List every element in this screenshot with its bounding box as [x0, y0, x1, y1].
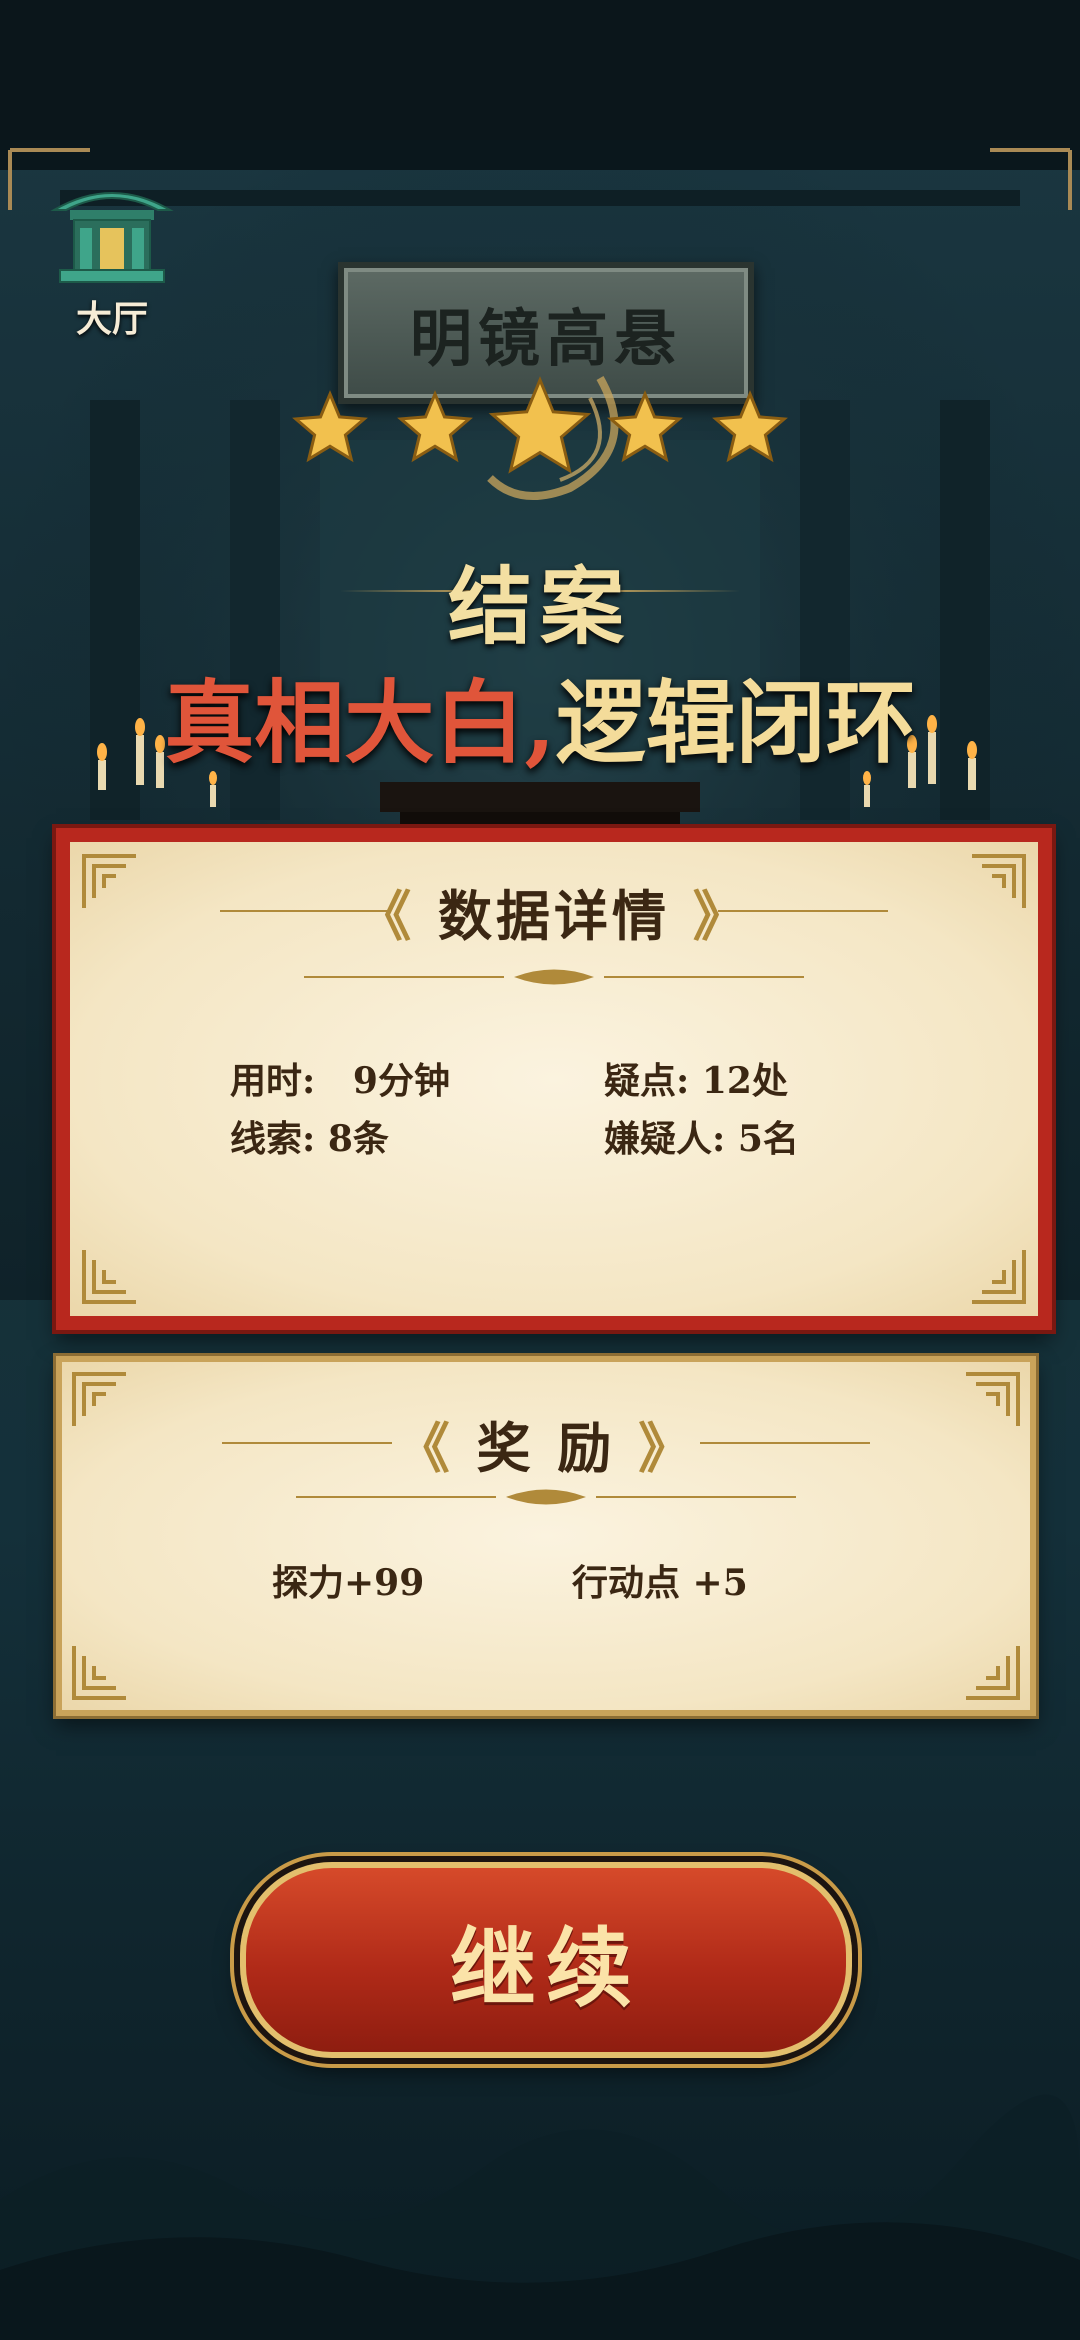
- stat-suspects-value: 5名: [737, 1118, 799, 1160]
- rewards-title: 《 奖 励 》: [395, 1416, 697, 1480]
- stat-time: 用时: 9分钟: [230, 1052, 450, 1104]
- corner-ornament-icon: [966, 1646, 1020, 1700]
- divider-ornament: [304, 969, 804, 985]
- continue-button[interactable]: 继续: [240, 1862, 852, 2058]
- stat-suspects: 嫌疑人: 5名: [604, 1110, 799, 1162]
- reward-action-points: 行动点 +5: [572, 1562, 748, 1604]
- star-icon: [488, 376, 592, 474]
- details-title-text: 数据详情: [438, 884, 670, 948]
- star-icon: [712, 390, 788, 463]
- verdict-headline: 真相大白,逻辑闭环: [0, 650, 1080, 780]
- headline-red: 真相大白,: [164, 670, 556, 776]
- corner-ornament-icon: [82, 1250, 136, 1304]
- rewards-card: 《 奖 励 》 探力+99 行动点 +5: [56, 1356, 1036, 1716]
- lobby-button[interactable]: 大厅: [48, 180, 176, 350]
- details-title: 《 数据详情 》: [357, 884, 751, 948]
- case-closed-screen: 大厅 明镜高悬 结案 真相大白,逻辑闭环 《 数据详情 》 用时: 9分钟 疑点…: [0, 0, 1080, 2340]
- stat-clues-label: 线索:: [230, 1118, 316, 1160]
- temple-icon: [50, 192, 174, 283]
- corner-ornament-icon: [972, 1250, 1026, 1304]
- details-card: 《 数据详情 》 用时: 9分钟 疑点: 12处 线索: 8条 嫌疑人: 5名: [56, 828, 1052, 1330]
- headline-gold: 逻辑闭环: [555, 670, 916, 776]
- divider-ornament: [296, 1489, 796, 1505]
- stat-suspects-label: 嫌疑人:: [604, 1118, 726, 1160]
- stat-doubts-label: 疑点:: [604, 1060, 690, 1102]
- star-icon: [607, 390, 683, 463]
- corner-ornament-icon: [72, 1646, 126, 1700]
- rewards-title-text: 奖 励: [476, 1416, 616, 1480]
- lobby-label: 大厅: [75, 298, 148, 340]
- mountain-silhouette: [0, 2094, 1080, 2340]
- stat-clues: 线索: 8条: [230, 1110, 389, 1162]
- stat-time-value: 9分钟: [352, 1060, 450, 1102]
- verdict-title: 结案: [447, 557, 632, 656]
- star-icon: [397, 390, 473, 463]
- stat-clues-value: 8条: [327, 1118, 389, 1160]
- star-icon: [292, 390, 368, 463]
- continue-label: 继续: [450, 1917, 642, 2019]
- reward-power: 探力+99: [272, 1562, 425, 1604]
- stat-doubts: 疑点: 12处: [604, 1052, 788, 1104]
- star-rating: [292, 376, 788, 474]
- stat-doubts-value: 12处: [701, 1060, 788, 1102]
- stat-time-label: 用时:: [230, 1060, 316, 1102]
